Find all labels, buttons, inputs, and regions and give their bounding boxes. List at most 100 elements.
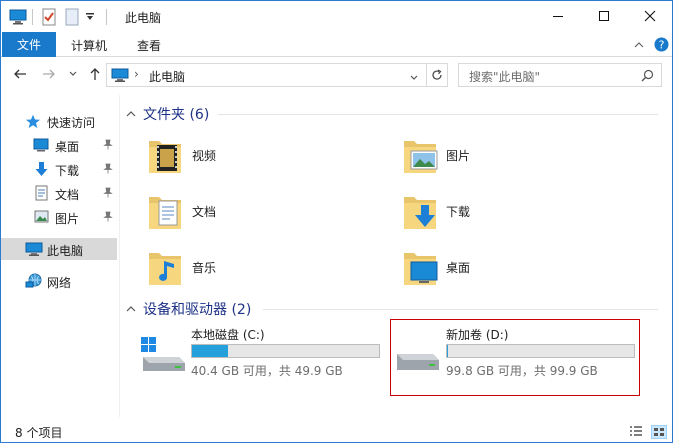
ribbon-tabs: 文件 计算机 查看 ? bbox=[1, 32, 672, 57]
tab-computer[interactable]: 计算机 bbox=[71, 37, 107, 54]
properties-icon[interactable] bbox=[41, 8, 57, 26]
tab-file[interactable]: 文件 bbox=[2, 32, 56, 57]
star-icon bbox=[25, 114, 41, 132]
breadcrumb-this-pc[interactable]: 此电脑 bbox=[149, 68, 185, 85]
sidebar-item-quick-access[interactable]: 快速访问 bbox=[1, 110, 117, 132]
pane-divider[interactable] bbox=[119, 95, 120, 417]
sidebar-item-downloads[interactable]: 下载 bbox=[1, 158, 117, 180]
desktop-icon bbox=[33, 138, 49, 155]
help-icon[interactable]: ? bbox=[654, 37, 669, 55]
folder-label-videos[interactable]: 视频 bbox=[192, 147, 216, 164]
minimize-icon bbox=[553, 16, 563, 17]
pin-icon[interactable] bbox=[103, 163, 113, 177]
documents-folder-icon[interactable] bbox=[147, 191, 183, 231]
maximize-button[interactable] bbox=[581, 1, 627, 31]
svg-text:?: ? bbox=[659, 39, 665, 52]
pictures-folder-icon[interactable] bbox=[402, 135, 438, 175]
address-bar[interactable]: › 此电脑 bbox=[106, 63, 448, 87]
drive-name[interactable]: 新加卷 (D:) bbox=[446, 326, 508, 343]
downloads-folder-icon[interactable] bbox=[402, 191, 438, 231]
videos-folder-icon[interactable] bbox=[147, 135, 183, 175]
folder-label-documents[interactable]: 文档 bbox=[192, 203, 216, 220]
explorer-window: 此电脑 文件 计算机 查看 ? › 此电脑 搜索"此电脑" 快速访问 桌面 下载… bbox=[0, 0, 673, 443]
forward-button[interactable] bbox=[40, 65, 58, 83]
pin-icon[interactable] bbox=[103, 139, 113, 153]
drive-usage-bar bbox=[191, 344, 380, 358]
group-divider bbox=[263, 309, 658, 310]
music-folder-icon[interactable] bbox=[147, 247, 183, 287]
drive-name[interactable]: 本地磁盘 (C:) bbox=[191, 326, 265, 343]
folder-label-music[interactable]: 音乐 bbox=[192, 259, 216, 276]
local-disk-drive-icon[interactable] bbox=[139, 335, 187, 376]
drive-usage-fill bbox=[192, 345, 228, 357]
volume-drive-icon[interactable] bbox=[393, 346, 441, 375]
details-view-icon[interactable] bbox=[629, 425, 643, 440]
pictures-icon bbox=[34, 210, 49, 226]
recent-locations-button[interactable] bbox=[64, 65, 82, 83]
folder-label-pictures[interactable]: 图片 bbox=[446, 147, 470, 164]
sidebar-item-pictures[interactable]: 图片 bbox=[1, 206, 117, 228]
group-title: 文件夹 (6) bbox=[143, 107, 210, 123]
status-bar: 8 个项目 bbox=[1, 419, 672, 442]
computer-icon bbox=[25, 242, 43, 260]
sidebar-item-this-pc[interactable]: 此电脑 bbox=[1, 238, 117, 260]
close-button[interactable] bbox=[627, 1, 673, 31]
desktop-folder-icon[interactable] bbox=[402, 247, 438, 287]
minimize-button[interactable] bbox=[535, 1, 581, 31]
sidebar-item-label: 图片 bbox=[55, 212, 80, 226]
expand-ribbon-icon[interactable] bbox=[633, 39, 645, 53]
item-count: 8 个项目 bbox=[15, 426, 63, 440]
search-icon bbox=[641, 69, 654, 85]
title-separator bbox=[32, 9, 33, 25]
back-button[interactable] bbox=[11, 65, 29, 83]
drive-free-space: 40.4 GB 可用，共 49.9 GB bbox=[191, 364, 343, 378]
computer-icon bbox=[9, 8, 27, 26]
sidebar-item-label: 此电脑 bbox=[47, 244, 84, 258]
computer-icon bbox=[111, 68, 129, 86]
download-icon bbox=[34, 161, 49, 180]
title-separator bbox=[106, 9, 107, 25]
drive-usage-bar bbox=[446, 344, 635, 358]
customize-quick-access-icon[interactable] bbox=[85, 8, 95, 26]
collapse-chevron-icon bbox=[126, 111, 136, 117]
sidebar-item-label: 桌面 bbox=[55, 140, 80, 154]
group-title: 设备和驱动器 (2) bbox=[143, 302, 252, 318]
group-divider bbox=[218, 114, 658, 115]
sidebar-item-label: 快速访问 bbox=[47, 116, 96, 130]
chevron-down-icon bbox=[69, 71, 77, 76]
folder-label-desktop[interactable]: 桌面 bbox=[446, 259, 470, 276]
maximize-icon bbox=[599, 11, 609, 21]
up-arrow-icon bbox=[90, 68, 100, 80]
sidebar-item-label: 下载 bbox=[55, 164, 80, 178]
back-arrow-icon bbox=[14, 69, 26, 79]
pin-icon[interactable] bbox=[103, 211, 113, 225]
search-input[interactable]: 搜索"此电脑" bbox=[458, 63, 662, 87]
breadcrumb-separator[interactable]: › bbox=[134, 67, 139, 81]
pin-icon[interactable] bbox=[103, 187, 113, 201]
refresh-button[interactable] bbox=[426, 63, 448, 87]
sidebar-item-label: 文档 bbox=[55, 188, 80, 202]
drives-group-header[interactable]: 设备和驱动器 (2) bbox=[125, 299, 251, 319]
window-title: 此电脑 bbox=[125, 11, 162, 25]
up-button[interactable] bbox=[86, 65, 104, 83]
sidebar-item-documents[interactable]: 文档 bbox=[1, 182, 117, 204]
chevron-down-icon bbox=[410, 75, 418, 80]
drive-free-space: 99.8 GB 可用，共 99.9 GB bbox=[446, 364, 598, 378]
refresh-icon bbox=[432, 69, 442, 80]
address-history-dropdown[interactable] bbox=[409, 71, 419, 85]
sidebar-item-desktop[interactable]: 桌面 bbox=[1, 134, 117, 156]
tab-view[interactable]: 查看 bbox=[137, 37, 161, 54]
title-bar: 此电脑 bbox=[1, 1, 672, 31]
network-icon bbox=[25, 273, 43, 292]
sidebar-item-network[interactable]: 网络 bbox=[1, 270, 117, 292]
tiles-view-icon[interactable] bbox=[651, 425, 667, 439]
search-placeholder: 搜索"此电脑" bbox=[469, 70, 541, 84]
forward-arrow-icon bbox=[43, 69, 55, 79]
sidebar-item-label: 网络 bbox=[47, 276, 72, 290]
close-icon bbox=[644, 10, 656, 22]
collapse-chevron-icon bbox=[126, 306, 136, 312]
new-folder-icon[interactable] bbox=[65, 8, 79, 26]
folders-group-header[interactable]: 文件夹 (6) bbox=[125, 104, 209, 124]
folder-label-downloads[interactable]: 下载 bbox=[446, 203, 470, 220]
document-icon bbox=[35, 185, 48, 204]
